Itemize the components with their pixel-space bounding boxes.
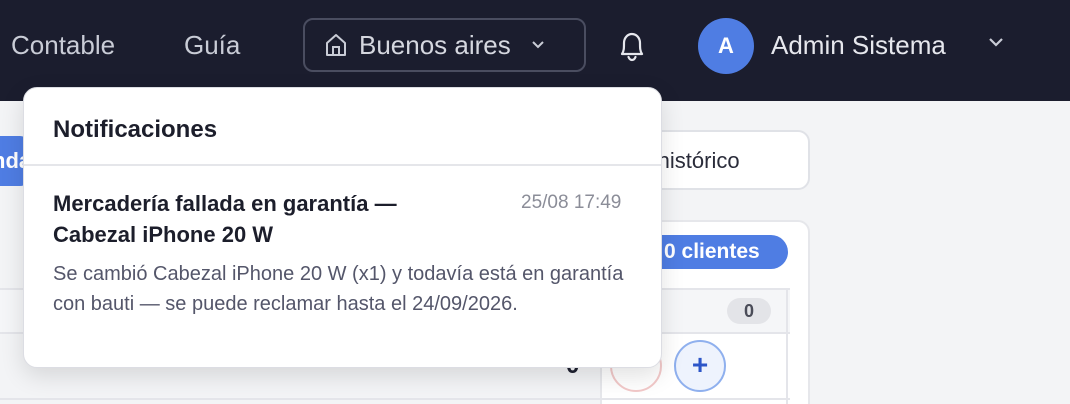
branch-selector[interactable]: Buenos aires <box>303 18 586 72</box>
add-button[interactable]: + <box>674 340 726 392</box>
chevron-down-icon <box>532 41 544 49</box>
notification-item-title[interactable]: Mercadería fallada en garantía — Cabezal… <box>53 188 483 250</box>
clients-badge: 0 clientes <box>640 235 788 269</box>
count-badge: 0 <box>727 298 771 324</box>
home-icon <box>326 34 346 56</box>
nav-link-guia[interactable]: Guía <box>184 30 240 61</box>
notifications-title: Notificaciones <box>53 116 218 143</box>
notification-item-body: Se cambió Cabezal iPhone 20 W (x1) y tod… <box>53 263 624 315</box>
row-divider <box>0 398 790 400</box>
divider <box>24 164 661 166</box>
notification-timestamp: 25/08 17:49 <box>521 192 622 213</box>
notifications-dropdown: Notificaciones Mercadería fallada en gar… <box>23 87 662 368</box>
table-border <box>786 288 788 404</box>
user-name[interactable]: Admin Sistema <box>771 30 946 61</box>
branch-label: Buenos aires <box>359 29 511 60</box>
top-navbar: Contable Guía Buenos aires A Admin Siste… <box>0 0 1070 101</box>
nav-link-contable[interactable]: Contable <box>11 30 115 61</box>
bell-icon[interactable] <box>612 26 652 66</box>
chevron-down-icon[interactable] <box>987 36 1005 48</box>
avatar[interactable]: A <box>698 18 754 74</box>
